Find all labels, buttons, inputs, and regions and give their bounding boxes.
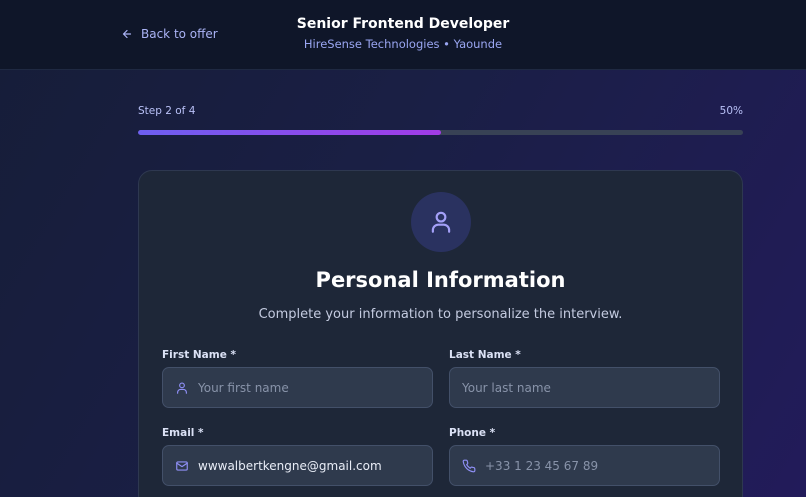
top-header: Back to offer Senior Frontend Developer … [0, 0, 806, 70]
first-name-field[interactable]: Your first name [162, 367, 433, 408]
personal-info-card: Personal Information Complete your infor… [138, 170, 743, 497]
first-name-placeholder: Your first name [198, 380, 289, 395]
last-name-field[interactable]: Your last name [449, 367, 720, 408]
email-value: wwwalbertkengne@gmail.com [198, 458, 382, 473]
email-field[interactable]: wwwalbertkengne@gmail.com [162, 445, 433, 486]
last-name-label: Last Name * [449, 349, 521, 361]
company-location: HireSense Technologies • Yaounde [303, 37, 503, 51]
section-subtitle: Complete your information to personalize… [258, 307, 623, 322]
last-name-placeholder: Your last name [462, 380, 551, 395]
avatar-badge [411, 192, 471, 252]
progress-bar [138, 130, 743, 135]
mail-icon [176, 460, 188, 471]
section-title: Personal Information [315, 268, 566, 292]
user-icon [177, 381, 187, 394]
step-indicator: Step 2 of 4 [138, 105, 196, 117]
phone-icon [462, 459, 476, 472]
phone-placeholder: +33 1 23 45 67 89 [485, 458, 599, 473]
progress-percent: 50% [719, 105, 743, 117]
phone-field[interactable]: +33 1 23 45 67 89 [449, 445, 720, 486]
email-label: Email * [162, 427, 204, 439]
user-icon [431, 211, 451, 233]
progress-bar-fill [138, 130, 441, 135]
phone-label: Phone * [449, 427, 496, 439]
first-name-label: First Name * [162, 349, 236, 361]
job-title: Senior Frontend Developer [296, 16, 510, 32]
